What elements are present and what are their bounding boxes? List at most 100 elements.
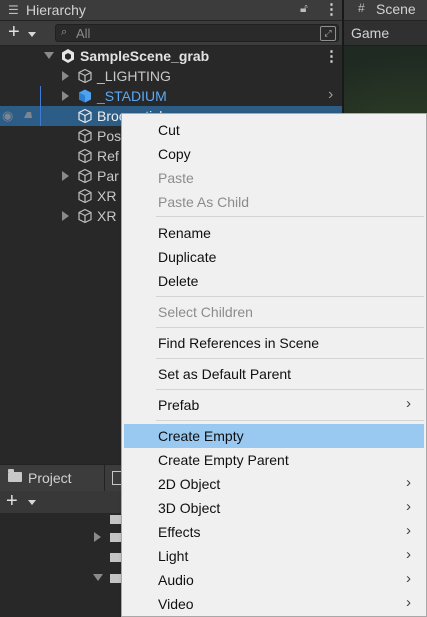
more-options-icon[interactable]: ⋮: [324, 0, 339, 18]
search-box: ⌕ ⤢: [55, 24, 339, 42]
submenu-arrow-icon: ›: [406, 522, 411, 539]
scene-root-row[interactable]: SampleScene_grab ⋮: [0, 46, 342, 66]
menu-item-label: Audio: [158, 572, 194, 588]
menu-item-label: Paste: [158, 170, 194, 186]
expand-arrow-icon[interactable]: [62, 71, 69, 81]
menu-item-prefab[interactable]: Prefab ›: [124, 393, 424, 417]
menu-item-label: 3D Object: [158, 500, 221, 516]
menu-item-label: Rename: [158, 225, 211, 241]
hierarchy-item-stadium[interactable]: _STADIUM ›: [0, 86, 342, 106]
submenu-arrow-icon: ›: [406, 498, 411, 515]
menu-item-rename[interactable]: Rename: [124, 221, 424, 245]
menu-item-label: Copy: [158, 146, 191, 162]
search-icon: ⌕: [61, 26, 68, 38]
menu-item-label: Light: [158, 548, 189, 564]
menu-item-set-default-parent[interactable]: Set as Default Parent: [124, 362, 424, 386]
menu-item-label: Create Empty: [158, 428, 244, 444]
open-prefab-icon[interactable]: ›: [328, 86, 333, 104]
scene-more-icon[interactable]: ⋮: [324, 47, 339, 65]
menu-item-delete[interactable]: Delete: [124, 269, 424, 293]
menu-item-label: Effects: [158, 524, 201, 540]
gameobject-icon: [78, 108, 92, 124]
game-tab-label: Game: [351, 25, 390, 41]
collapse-arrow-icon[interactable]: [44, 52, 54, 59]
collapse-arrow-icon[interactable]: [93, 574, 103, 581]
hierarchy-item-label: XR: [97, 188, 117, 204]
hierarchy-tab[interactable]: ☰ Hierarchy 🔓︎ ⋮: [0, 0, 342, 21]
hierarchy-item-lighting[interactable]: _LIGHTING: [0, 66, 342, 86]
scene-search-icon[interactable]: ⤢: [320, 26, 336, 41]
menu-item-video[interactable]: Video ›: [124, 592, 424, 616]
search-input[interactable]: [76, 25, 306, 41]
menu-item-label: Paste As Child: [158, 194, 250, 210]
menu-separator: [156, 358, 424, 359]
hierarchy-item-label: _STADIUM: [97, 88, 167, 104]
menu-item-select-children: Select Children: [124, 300, 424, 324]
expand-arrow-icon[interactable]: [62, 91, 69, 101]
hierarchy-item-label: XR: [97, 208, 117, 224]
menu-separator: [156, 296, 424, 297]
menu-item-3d-object[interactable]: 3D Object ›: [124, 496, 424, 520]
scene-tab[interactable]: # Scene: [344, 0, 427, 21]
menu-item-label: Create Empty Parent: [158, 452, 289, 468]
menu-separator: [156, 420, 424, 421]
expand-arrow-icon[interactable]: [62, 171, 69, 181]
expand-arrow-icon[interactable]: [94, 532, 101, 542]
context-menu: Cut Copy Paste Paste As Child Rename Dup…: [121, 113, 427, 617]
menu-item-label: Duplicate: [158, 249, 217, 265]
menu-item-label: Set as Default Parent: [158, 366, 292, 382]
menu-item-audio[interactable]: Audio ›: [124, 568, 424, 592]
menu-item-label: Select Children: [158, 304, 253, 320]
submenu-arrow-icon: ›: [406, 594, 411, 611]
menu-item-paste: Paste: [124, 166, 424, 190]
scene-tab-label: Scene: [376, 1, 416, 17]
project-tab-label: Project: [28, 470, 72, 486]
visibility-eye-icon[interactable]: ◉: [2, 108, 13, 124]
menu-item-light[interactable]: Light ›: [124, 544, 424, 568]
submenu-arrow-icon: ›: [406, 395, 411, 412]
scene-grid-icon: #: [358, 1, 365, 15]
menu-separator: [156, 389, 424, 390]
lock-icon[interactable]: 🔓︎: [300, 1, 308, 16]
menu-item-label: Prefab: [158, 397, 200, 413]
menu-item-find-references[interactable]: Find References in Scene: [124, 331, 424, 355]
menu-item-label: 2D Object: [158, 476, 221, 492]
gameobject-icon: [78, 168, 92, 184]
gameobject-icon: [78, 128, 92, 144]
prefab-mode-line: [40, 86, 41, 126]
game-tab[interactable]: Game: [344, 21, 427, 46]
unity-scene-icon: [62, 49, 74, 63]
menu-item-effects[interactable]: Effects ›: [124, 520, 424, 544]
hierarchy-title: Hierarchy: [26, 2, 86, 18]
menu-separator: [156, 216, 424, 217]
menu-item-paste-as-child: Paste As Child: [124, 190, 424, 214]
prefab-icon: [79, 89, 91, 103]
hierarchy-item-label: Ref: [97, 148, 119, 164]
list-icon: ☰: [8, 3, 19, 17]
dropdown-caret-icon[interactable]: [28, 500, 36, 505]
hierarchy-toolbar: + ⌕ ⤢: [0, 21, 342, 46]
menu-item-2d-object[interactable]: 2D Object ›: [124, 472, 424, 496]
gameobject-icon: [78, 208, 92, 224]
add-button[interactable]: +: [6, 21, 42, 43]
menu-item-copy[interactable]: Copy: [124, 142, 424, 166]
menu-item-label: Video: [158, 596, 194, 612]
menu-item-create-empty-parent[interactable]: Create Empty Parent: [124, 448, 424, 472]
project-tab[interactable]: Project: [0, 465, 105, 491]
menu-item-duplicate[interactable]: Duplicate: [124, 245, 424, 269]
folder-icon: [8, 469, 22, 482]
plus-icon: +: [8, 21, 20, 43]
menu-item-create-empty[interactable]: Create Empty: [124, 424, 424, 448]
pickable-hand-icon[interactable]: [22, 109, 34, 121]
submenu-arrow-icon: ›: [406, 546, 411, 563]
menu-separator: [156, 327, 424, 328]
scene-name: SampleScene_grab: [80, 48, 210, 64]
menu-item-label: Delete: [158, 273, 199, 289]
expand-arrow-icon[interactable]: [62, 211, 69, 221]
menu-item-cut[interactable]: Cut: [124, 118, 424, 142]
gameobject-icon: [78, 68, 92, 84]
submenu-arrow-icon: ›: [406, 570, 411, 587]
submenu-arrow-icon: ›: [406, 474, 411, 491]
project-add-button[interactable]: +: [6, 491, 18, 511]
hierarchy-item-label: Par: [97, 168, 119, 184]
